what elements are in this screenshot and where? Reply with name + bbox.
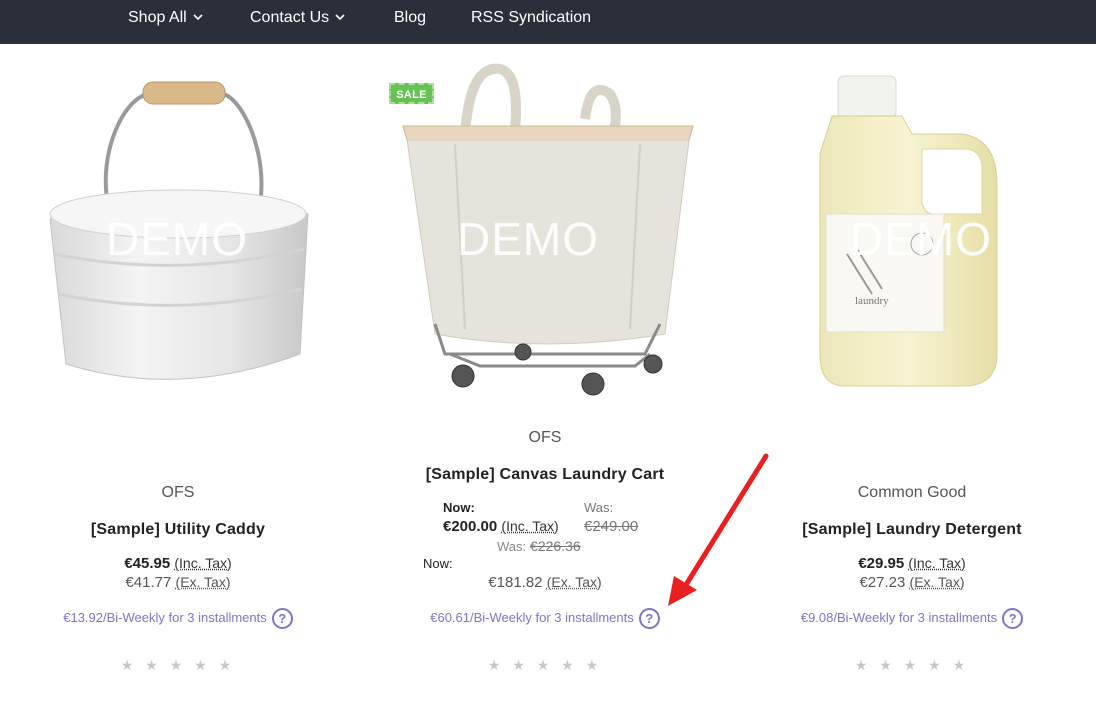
- star-rating: ★ ★ ★ ★ ★: [487, 657, 603, 673]
- question-circle-icon[interactable]: ?: [638, 608, 660, 629]
- price-inc-tax: €29.95 (Inc. Tax): [762, 555, 1062, 572]
- was-ex-tax: Was: €226.36: [497, 538, 581, 554]
- top-nav: Shop All Contact Us Blog RSS Syndication: [0, 0, 1096, 44]
- chevron-down-icon: [193, 14, 203, 21]
- inc-tax-label: (Inc. Tax): [174, 555, 232, 571]
- question-circle-icon[interactable]: ?: [271, 608, 293, 629]
- nav-rss-syndication[interactable]: RSS Syndication: [471, 9, 591, 27]
- price-ex-value: €41.77: [125, 574, 172, 591]
- demo-watermark: DEMO: [850, 213, 992, 265]
- product-brand[interactable]: OFS: [395, 429, 695, 447]
- was-ex-label: Was:: [497, 539, 527, 554]
- nav-shop-all-label: Shop All: [128, 9, 187, 26]
- product-title[interactable]: [Sample] Laundry Detergent: [762, 521, 1062, 539]
- installment-info: €60.61/Bi-Weekly for 3 installments?: [395, 608, 695, 629]
- price-ex-tax: €41.77 (Ex. Tax): [28, 574, 328, 591]
- was-ex-value: €226.36: [530, 538, 581, 554]
- product-title[interactable]: [Sample] Canvas Laundry Cart: [395, 466, 695, 484]
- now-label: Now:: [443, 500, 475, 515]
- question-circle-icon[interactable]: ?: [1002, 608, 1024, 629]
- installment-text: €9.08/Bi-Weekly for 3 installments: [800, 609, 998, 625]
- now-ex-label: Now:: [423, 556, 453, 571]
- price-ex-value: €27.23: [859, 574, 906, 591]
- ex-tax-label: (Ex. Tax): [546, 574, 602, 590]
- nav-blog-label: Blog: [394, 9, 427, 26]
- product-card-utility-caddy: DEMO OFS [Sample] Utility Caddy €45.95 (…: [28, 54, 328, 694]
- inc-tax-label: (Inc. Tax): [501, 518, 559, 534]
- was-inc-value: €249.00: [584, 518, 639, 535]
- nav-contact-us-label: Contact Us: [250, 9, 330, 26]
- price-inc-value: €29.95: [858, 555, 905, 572]
- sale-badge: SALE: [389, 83, 434, 104]
- price-ex-value: €181.82: [488, 574, 543, 591]
- installment-info: €9.08/Bi-Weekly for 3 installments?: [762, 608, 1062, 629]
- product-card-laundry-detergent: laundry DEMO Common Good [Sample] Laundr…: [762, 54, 1062, 694]
- star-rating: ★ ★ ★ ★ ★: [120, 657, 236, 673]
- chevron-down-icon: [335, 14, 345, 21]
- price-inc-tax: €200.00 (Inc. Tax): [443, 518, 559, 535]
- installment-text: €60.61/Bi-Weekly for 3 installments: [430, 609, 634, 625]
- price-inc-tax: €45.95 (Inc. Tax): [28, 555, 328, 572]
- product-title[interactable]: [Sample] Utility Caddy: [28, 521, 328, 539]
- ex-tax-label: (Ex. Tax): [175, 574, 231, 590]
- installment-info: €13.92/Bi-Weekly for 3 installments?: [28, 608, 328, 629]
- price-inc-value: €200.00: [443, 518, 498, 535]
- price-ex-tax: €181.82 (Ex. Tax): [395, 574, 695, 591]
- product-card-canvas-laundry-cart: DEMO OFS [Sample] Canvas Laundry Cart No…: [395, 54, 695, 694]
- nav-blog[interactable]: Blog: [394, 9, 426, 27]
- label-text: laundry: [855, 295, 889, 307]
- product-brand[interactable]: OFS: [28, 484, 328, 502]
- price-inc-value: €45.95: [124, 555, 171, 572]
- was-label: Was:: [584, 500, 614, 515]
- demo-watermark: DEMO: [106, 213, 248, 265]
- star-rating: ★ ★ ★ ★ ★: [854, 657, 970, 673]
- inc-tax-label: (Inc. Tax): [908, 555, 966, 571]
- nav-contact-us[interactable]: Contact Us: [250, 9, 345, 27]
- nav-rss-label: RSS Syndication: [471, 9, 592, 26]
- ex-tax-label: (Ex. Tax): [909, 574, 965, 590]
- price-ex-tax: €27.23 (Ex. Tax): [762, 574, 1062, 591]
- demo-watermark: DEMO: [457, 213, 599, 265]
- nav-shop-all[interactable]: Shop All: [128, 9, 203, 27]
- product-brand[interactable]: Common Good: [762, 484, 1062, 502]
- installment-text: €13.92/Bi-Weekly for 3 installments: [63, 609, 267, 625]
